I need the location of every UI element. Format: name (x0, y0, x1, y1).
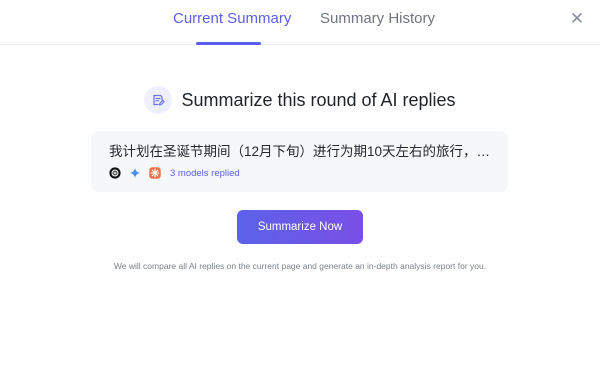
tab-bar: Current Summary Summary History ✕ (0, 0, 600, 45)
chatgpt-icon (109, 167, 121, 179)
prompt-card: 我计划在圣诞节期间（12月下旬）进行为期10天左右的旅行，目... 3 mode… (91, 131, 508, 192)
summarize-now-button[interactable]: Summarize Now (237, 210, 363, 244)
close-icon[interactable]: ✕ (566, 8, 588, 30)
prompt-preview: 我计划在圣诞节期间（12月下旬）进行为期10天左右的旅行，目... (109, 144, 494, 159)
summary-title: Summarize this round of AI replies (181, 90, 456, 110)
summary-edit-icon (144, 86, 173, 114)
active-tab-indicator (196, 42, 261, 45)
tab-current-summary[interactable]: Current Summary (173, 10, 291, 28)
gemini-icon (129, 167, 141, 179)
models-replied-count: 3 models replied (170, 167, 240, 179)
summary-description: We will compare all AI replies on the cu… (113, 261, 487, 271)
claude-icon (149, 167, 161, 179)
tab-summary-history[interactable]: Summary History (320, 10, 435, 28)
summary-heading: Summarize this round of AI replies (0, 86, 600, 114)
replied-models: 3 models replied (109, 166, 240, 180)
